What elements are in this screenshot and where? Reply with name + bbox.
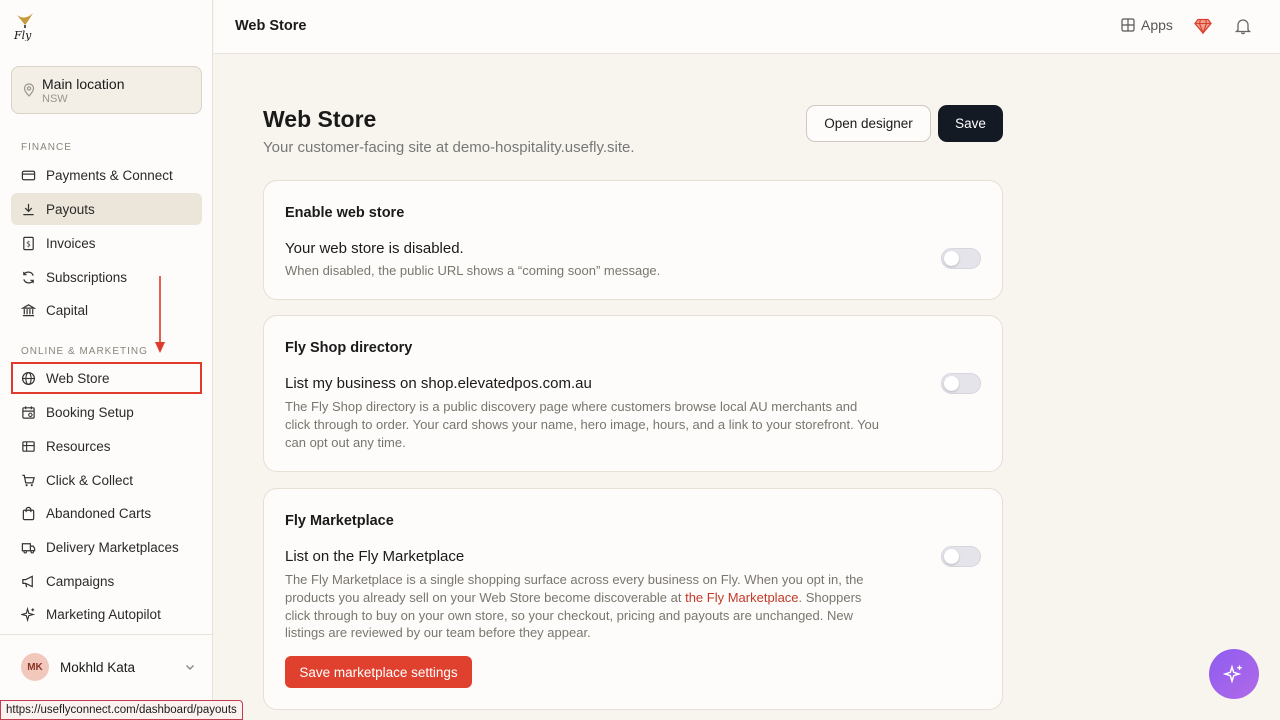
sidebar-item-payments-connect[interactable]: Payments & Connect	[11, 159, 202, 191]
card-title: Fly Shop directory	[285, 340, 413, 356]
sidebar-item-resources[interactable]: Resources	[11, 430, 202, 462]
topbar: Web Store Apps	[214, 0, 1280, 54]
megaphone-icon	[22, 574, 33, 588]
page-title: Web Store	[263, 106, 377, 132]
enable-web-store-toggle[interactable]	[941, 248, 981, 269]
resources-icon	[22, 440, 35, 452]
fly-marketplace-card: Fly Marketplace List on the Fly Marketpl…	[263, 488, 1003, 710]
globe-icon	[21, 371, 36, 385]
location-region: NSW	[42, 93, 68, 105]
web-store-status: Your web store is disabled.	[285, 240, 464, 257]
sidebar-item-delivery-marketplaces[interactable]: Delivery Marketplaces	[11, 531, 202, 563]
sidebar-divider	[0, 634, 213, 635]
save-marketplace-settings-button[interactable]: Save marketplace settings	[285, 656, 472, 688]
sidebar-item-label: Delivery Marketplaces	[46, 539, 179, 555]
fly-logo[interactable]: Fly	[13, 11, 37, 42]
sidebar-item-label: Resources	[46, 438, 111, 454]
directory-listing-toggle[interactable]	[941, 373, 981, 394]
section-label-online-marketing: ONLINE & MARKETING	[21, 346, 148, 357]
sidebar-item-label: Subscriptions	[46, 269, 128, 285]
save-button[interactable]: Save	[938, 105, 1003, 142]
marketplace-row-desc: The Fly Marketplace is a single shopping…	[285, 571, 880, 642]
sidebar-item-web-store[interactable]: Web Store	[11, 362, 202, 394]
map-pin-icon	[23, 83, 35, 97]
sidebar-item-abandoned-carts[interactable]: Abandoned Carts	[11, 497, 202, 529]
web-store-status-desc: When disabled, the public URL shows a “c…	[285, 263, 661, 278]
refresh-icon	[23, 270, 34, 284]
link-status-bar: https://useflyconnect.com/dashboard/payo…	[0, 700, 243, 720]
location-name: Main location	[42, 76, 125, 92]
sidebar-item-label: Marketing Autopilot	[46, 606, 161, 622]
sidebar-item-label: Payments & Connect	[46, 167, 173, 183]
fly-marketplace-link[interactable]: the Fly Marketplace	[685, 590, 798, 605]
credit-card-icon	[21, 170, 36, 180]
sparkle-icon	[21, 606, 36, 622]
toggle-knob	[944, 251, 959, 266]
sidebar-item-label: Payouts	[46, 201, 95, 217]
sidebar-item-click-collect[interactable]: Click & Collect	[11, 464, 202, 496]
sidebar-item-campaigns[interactable]: Campaigns	[11, 565, 202, 597]
bank-icon	[21, 303, 36, 316]
directory-row-desc: The Fly Shop directory is a public disco…	[285, 399, 880, 450]
sidebar-item-booking-setup[interactable]: Booking Setup	[11, 396, 202, 428]
sidebar-item-capital[interactable]: Capital	[11, 294, 202, 326]
user-menu[interactable]: MK Mokhld Kata	[21, 653, 196, 681]
sidebar: Fly Main location NSW FINANCE Payments &…	[0, 0, 213, 720]
invoice-icon: $	[23, 236, 34, 250]
sidebar-item-label: Campaigns	[46, 573, 115, 589]
avatar: MK	[21, 653, 49, 681]
chevron-down-icon	[186, 665, 194, 670]
calendar-icon	[22, 405, 35, 419]
truck-icon	[21, 542, 36, 553]
apps-button[interactable]: Apps	[1121, 17, 1173, 33]
toggle-knob	[944, 549, 959, 564]
topbar-title: Web Store	[235, 18, 307, 34]
sidebar-item-label: Web Store	[46, 370, 110, 386]
directory-row-title: List my business on shop.elevatedpos.com…	[285, 375, 592, 392]
sidebar-item-marketing-autopilot[interactable]: Marketing Autopilot	[11, 598, 202, 630]
page-subtitle: Your customer-facing site at demo-hospit…	[263, 139, 635, 156]
bell-icon[interactable]	[1234, 17, 1252, 35]
user-name: Mokhld Kata	[60, 659, 136, 675]
sidebar-item-subscriptions[interactable]: Subscriptions	[11, 261, 202, 293]
sidebar-item-label: Booking Setup	[46, 404, 134, 420]
marketplace-row-title: List on the Fly Marketplace	[285, 548, 465, 565]
annotation-arrow	[155, 276, 165, 353]
svg-text:$: $	[26, 239, 31, 248]
sidebar-item-payouts[interactable]: Payouts	[11, 193, 202, 225]
cart-icon	[22, 474, 35, 486]
toggle-knob	[944, 376, 959, 391]
download-icon	[23, 203, 34, 215]
section-label-finance: FINANCE	[21, 142, 72, 153]
sidebar-item-label: Capital	[46, 302, 89, 318]
sidebar-item-label: Abandoned Carts	[46, 505, 152, 521]
card-title: Fly Marketplace	[285, 513, 394, 529]
sparkle-icon	[1223, 664, 1242, 684]
svg-text:Fly: Fly	[13, 29, 32, 41]
gem-icon[interactable]	[1194, 17, 1212, 35]
grid-icon	[1121, 18, 1135, 32]
fly-shop-directory-card: Fly Shop directory List my business on s…	[263, 315, 1003, 472]
sidebar-item-label: Click & Collect	[46, 472, 134, 488]
bag-icon	[22, 506, 35, 520]
open-designer-button[interactable]: Open designer	[806, 105, 931, 142]
sidebar-item-invoices[interactable]: $ Invoices	[11, 227, 202, 259]
sidebar-item-label: Invoices	[46, 235, 96, 251]
location-selector[interactable]: Main location NSW	[11, 66, 202, 114]
card-title: Enable web store	[285, 205, 405, 221]
apps-label: Apps	[1141, 17, 1173, 33]
ai-assistant-button[interactable]	[1209, 649, 1259, 699]
enable-web-store-card: Enable web store Your web store is disab…	[263, 180, 1003, 300]
marketplace-listing-toggle[interactable]	[941, 546, 981, 567]
